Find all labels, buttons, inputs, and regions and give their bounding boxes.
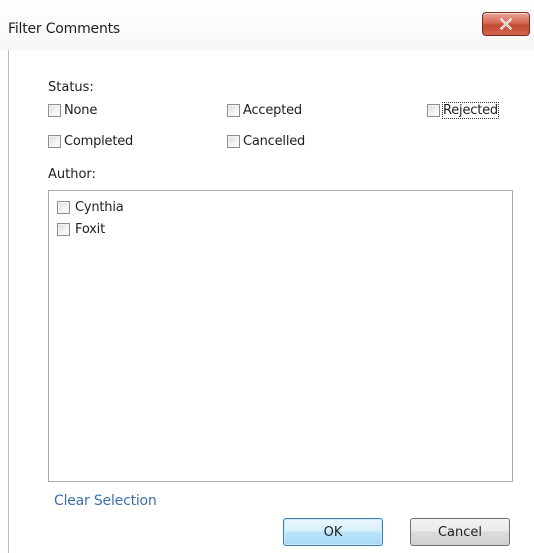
checkbox-box[interactable] [427, 103, 440, 117]
checkbox-box[interactable] [227, 134, 240, 148]
status-rejected-checkbox[interactable]: Rejected [427, 101, 499, 119]
window-left-border [8, 50, 9, 553]
status-completed-checkbox[interactable]: Completed [48, 133, 133, 149]
status-cancelled-checkbox[interactable]: Cancelled [227, 133, 305, 149]
author-cynthia-label: Cynthia [75, 199, 124, 215]
status-label: Status: [48, 80, 94, 95]
status-cancelled-label: Cancelled [243, 133, 306, 149]
close-button[interactable] [482, 12, 530, 36]
checkbox-box[interactable] [48, 103, 61, 117]
window-title: Filter Comments [8, 21, 121, 37]
cancel-button[interactable]: Cancel [410, 518, 510, 546]
ok-button[interactable]: OK [283, 518, 383, 546]
status-completed-label: Completed [64, 133, 134, 149]
status-none-label: None [64, 102, 98, 118]
checkbox-box[interactable] [57, 200, 70, 214]
checkbox-box[interactable] [48, 134, 61, 148]
status-none-checkbox[interactable]: None [48, 102, 97, 118]
author-list[interactable]: Cynthia Foxit [48, 190, 513, 482]
clear-selection-link[interactable]: Clear Selection [54, 493, 157, 509]
author-foxit-checkbox[interactable]: Foxit [57, 221, 105, 237]
status-accepted-label: Accepted [243, 102, 302, 118]
title-bar[interactable]: Filter Comments [0, 0, 534, 50]
filter-comments-dialog: Filter Comments Status: None Accepted Re… [0, 0, 534, 553]
status-accepted-checkbox[interactable]: Accepted [227, 102, 302, 118]
status-rejected-label: Rejected [442, 101, 499, 119]
author-cynthia-checkbox[interactable]: Cynthia [57, 199, 124, 215]
checkbox-box[interactable] [227, 103, 240, 117]
checkbox-box[interactable] [57, 222, 70, 236]
close-icon [500, 18, 512, 30]
author-label: Author: [48, 167, 96, 182]
author-foxit-label: Foxit [75, 221, 105, 237]
